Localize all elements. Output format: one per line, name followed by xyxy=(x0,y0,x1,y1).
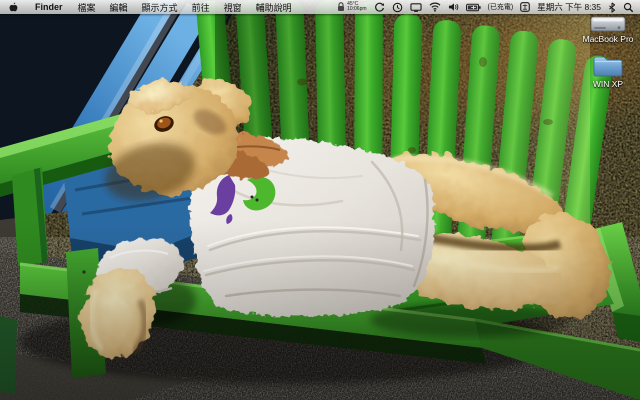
app-menu-finder[interactable]: Finder xyxy=(27,2,71,12)
menu-bar: Finder 檔案 編輯 顯示方式 前往 視窗 輔助說明 45°C 10:06p… xyxy=(0,0,640,14)
status-widget[interactable]: 45°C 10:06pm xyxy=(337,1,367,13)
desktop-wallpaper xyxy=(0,0,640,400)
menu-edit[interactable]: 編輯 xyxy=(103,1,135,14)
desktop-icon-label: MacBook Pro xyxy=(582,34,634,44)
wifi-icon[interactable] xyxy=(429,2,441,12)
menu-help[interactable]: 輔助說明 xyxy=(249,1,299,14)
sync-icon[interactable] xyxy=(374,2,385,13)
display-icon[interactable] xyxy=(409,2,422,13)
spotlight-icon[interactable] xyxy=(623,2,634,13)
apple-menu[interactable] xyxy=(0,1,27,13)
battery-icon[interactable] xyxy=(465,3,481,12)
menu-window[interactable]: 視窗 xyxy=(217,1,249,14)
folder-icon xyxy=(593,56,623,77)
menu-view[interactable]: 顯示方式 xyxy=(135,1,185,14)
menu-file[interactable]: 檔案 xyxy=(71,1,103,14)
widget-time: 10:06pm xyxy=(347,6,367,12)
battery-status-label: (已充電) xyxy=(487,4,514,11)
clock-icon[interactable] xyxy=(392,2,403,13)
bluetooth-icon[interactable] xyxy=(608,2,616,13)
input-method-icon[interactable] xyxy=(520,2,531,12)
desktop-icon-win-xp[interactable]: WIN XP xyxy=(576,53,640,89)
hard-drive-icon xyxy=(590,16,626,32)
menu-go[interactable]: 前往 xyxy=(185,1,217,14)
menu-bar-clock[interactable]: 星期六 下午 8:35 xyxy=(537,1,601,13)
desktop-icon-label: WIN XP xyxy=(592,79,624,89)
volume-icon[interactable] xyxy=(448,2,459,12)
apple-icon xyxy=(9,2,18,12)
desktop-icon-macbook-pro[interactable]: MacBook Pro xyxy=(576,16,640,44)
lock-icon xyxy=(338,2,345,11)
